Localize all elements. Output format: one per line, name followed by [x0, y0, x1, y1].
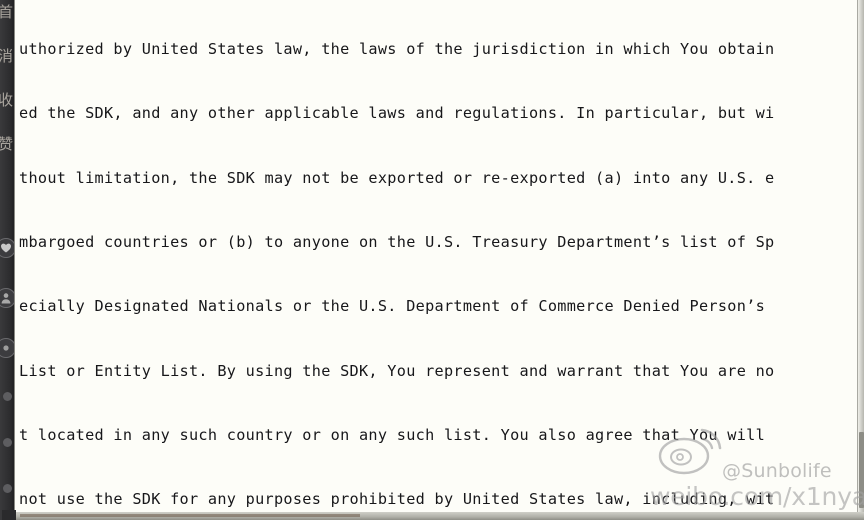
window-bottom-accent — [20, 514, 360, 517]
terminal-line: not use the SDK for any purposes prohibi… — [19, 490, 775, 509]
sidebar-bullet — [3, 484, 12, 493]
terminal-line: mbargoed countries or (b) to anyone on t… — [19, 232, 775, 251]
terminal-line: thout limitation, the SDK may not be exp… — [19, 168, 775, 187]
terminal-line: ed the SDK, and any other applicable law… — [19, 104, 775, 123]
terminal-line: ecially Designated Nationals or the U.S.… — [19, 297, 766, 316]
terminal-line: t located in any such country or on any … — [19, 425, 766, 444]
scrollbar-thumb[interactable] — [859, 432, 864, 508]
sidebar-bullet — [3, 392, 12, 401]
window-bottom-left-corner — [2, 510, 16, 520]
terminal-window[interactable]: uthorized by United States law, the laws… — [14, 0, 864, 512]
terminal-text-buffer: uthorized by United States law, the laws… — [19, 0, 855, 512]
screen: 首 消 收 赞 uthorized by United States law, … — [0, 0, 864, 520]
terminal-line: uthorized by United States law, the laws… — [19, 39, 775, 58]
sidebar-bullet — [3, 438, 12, 447]
terminal-line: List or Entity List. By using the SDK, Y… — [19, 361, 775, 380]
vertical-scrollbar[interactable] — [857, 0, 864, 512]
